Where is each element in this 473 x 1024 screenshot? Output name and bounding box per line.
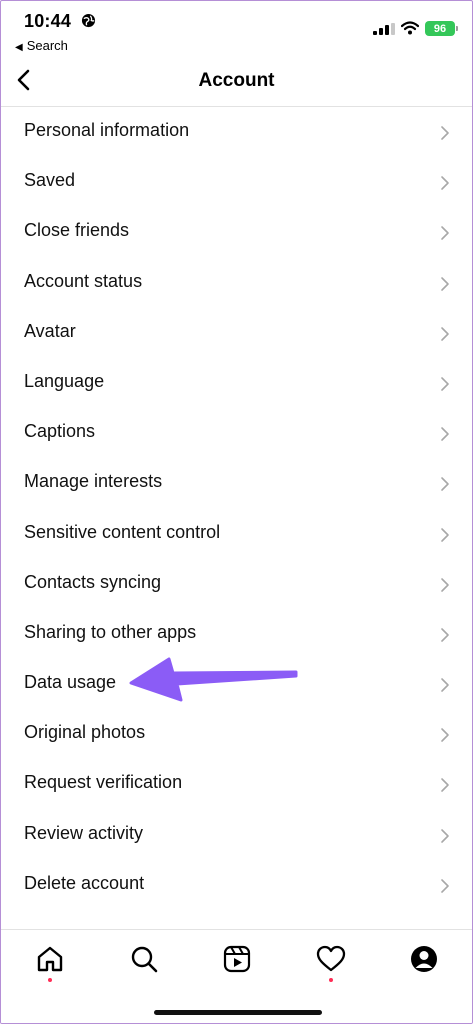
menu-item-label: Data usage (24, 672, 117, 693)
menu-item-label: Saved (24, 170, 76, 191)
chevron-right-icon (441, 678, 449, 692)
chevron-right-icon (441, 326, 449, 341)
navigation-header: Account (1, 55, 472, 107)
menu-item-label: Delete account (24, 872, 145, 893)
menu-item-saved[interactable]: Saved (1, 157, 472, 207)
chevron-right-icon (441, 427, 449, 441)
screen: 10:44 ◀ Search 96 Account Personal infor… (0, 0, 473, 1024)
chevron-right-icon (441, 226, 449, 241)
status-time: 10:44 (24, 11, 72, 31)
chevron-right-icon (441, 879, 449, 893)
menu-item-label: Sensitive content control (24, 521, 221, 542)
activity-notification-dot (329, 978, 333, 982)
account-menu-list: Personal information Saved Close friends… (1, 107, 472, 910)
battery-level: 96 (433, 22, 447, 35)
menu-item-sensitive-content-control[interactable]: Sensitive content control (1, 509, 472, 559)
menu-item-label: Original photos (24, 722, 146, 743)
chevron-right-icon (441, 176, 449, 190)
menu-item-label: Request verification (24, 772, 183, 793)
menu-item-label: Captions (24, 421, 96, 442)
page-title: Account (198, 70, 275, 91)
home-indicator (154, 1010, 322, 1015)
chevron-right-icon (441, 628, 449, 642)
menu-item-delete-account[interactable]: Delete account (1, 860, 472, 910)
menu-item-avatar[interactable]: Avatar (1, 308, 472, 358)
wifi-icon (401, 21, 419, 35)
menu-item-label: Language (24, 370, 105, 391)
menu-item-request-verification[interactable]: Request verification (1, 759, 472, 809)
battery-indicator: 96 (425, 21, 455, 36)
menu-item-label: Account status (24, 270, 143, 291)
menu-item-label: Sharing to other apps (24, 621, 197, 642)
status-bar: 10:44 ◀ Search 96 (1, 1, 472, 55)
menu-item-close-friends[interactable]: Close friends (1, 207, 472, 257)
battery-cap (456, 26, 458, 31)
cellular-signal-icon (373, 23, 395, 35)
menu-item-language[interactable]: Language (1, 358, 472, 408)
home-icon[interactable] (35, 944, 65, 974)
home-notification-dot (48, 978, 52, 982)
menu-item-captions[interactable]: Captions (1, 408, 472, 458)
globe-icon (81, 13, 96, 28)
chevron-right-icon (441, 477, 449, 492)
menu-item-account-status[interactable]: Account status (1, 258, 472, 308)
menu-item-label: Review activity (24, 822, 144, 843)
chevron-right-icon (441, 276, 449, 291)
back-triangle-icon: ◀ (15, 42, 23, 53)
chevron-right-icon (441, 728, 449, 743)
menu-item-manage-interests[interactable]: Manage interests (1, 458, 472, 508)
menu-item-label: Manage interests (24, 471, 163, 492)
menu-item-label: Personal information (24, 120, 190, 140)
menu-item-label: Close friends (24, 220, 130, 241)
menu-item-original-photos[interactable]: Original photos (1, 709, 472, 759)
chevron-right-icon (441, 778, 449, 793)
chevron-right-icon (441, 828, 449, 843)
annotation-arrow-icon (129, 657, 298, 702)
chevron-right-icon (441, 527, 449, 542)
menu-item-contacts-syncing[interactable]: Contacts syncing (1, 559, 472, 609)
search-icon[interactable] (129, 944, 159, 974)
menu-item-review-activity[interactable]: Review activity (1, 810, 472, 860)
chevron-right-icon (441, 377, 449, 391)
chevron-right-icon (441, 577, 449, 592)
menu-item-label: Avatar (24, 320, 76, 341)
profile-icon[interactable] (409, 944, 439, 974)
menu-item-personal-information[interactable]: Personal information (1, 107, 472, 157)
menu-item-label: Contacts syncing (24, 571, 162, 592)
heart-icon[interactable] (316, 944, 346, 974)
menu-item-sharing-to-other-apps[interactable]: Sharing to other apps (1, 609, 472, 659)
reels-icon[interactable] (222, 944, 252, 974)
back-to-app-link[interactable]: ◀ Search (15, 38, 68, 53)
chevron-right-icon (441, 126, 449, 140)
back-app-label: Search (26, 38, 68, 53)
